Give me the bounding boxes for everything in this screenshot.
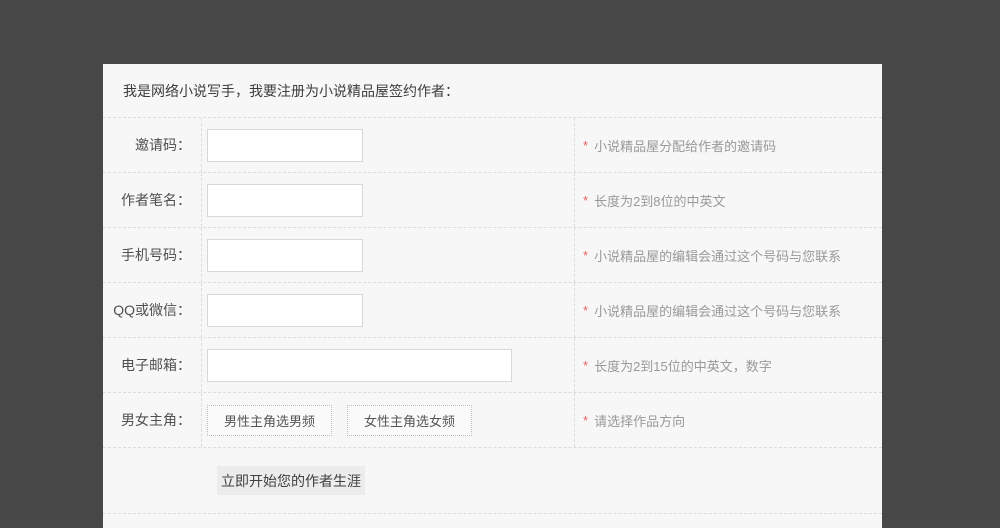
- form-row-email: 电子邮箱： * 长度为2到15位的中英文，数字: [103, 338, 882, 393]
- email-hint: 长度为2到15位的中英文，数字: [594, 358, 772, 374]
- phone-hint: 小说精品屋的编辑会通过这个号码与您联系: [594, 248, 842, 264]
- pen-name-hint: 长度为2到8位的中英文: [594, 193, 726, 209]
- invite-code-hint-cell: * 小说精品屋分配给作者的邀请码: [575, 118, 882, 172]
- form-intro: 我是网络小说写手，我要注册为小说精品屋签约作者：: [103, 64, 882, 118]
- required-asterisk: *: [583, 192, 589, 208]
- qq-wechat-label: QQ或微信：: [113, 302, 191, 318]
- channel-buttons-cell: 男性主角选男频 女性主角选女频: [201, 393, 575, 447]
- form-row-phone: 手机号码： * 小说精品屋的编辑会通过这个号码与您联系: [103, 228, 882, 283]
- required-asterisk: *: [583, 357, 589, 373]
- qq-wechat-hint-cell: * 小说精品屋的编辑会通过这个号码与您联系: [575, 283, 882, 337]
- phone-label: 手机号码：: [121, 247, 191, 263]
- email-label: 电子邮箱：: [121, 357, 191, 373]
- submit-button[interactable]: 立即开始您的作者生涯: [217, 466, 365, 495]
- phone-input-cell: [201, 228, 575, 282]
- required-asterisk: *: [583, 302, 589, 318]
- pen-name-input-cell: [201, 173, 575, 227]
- author-signup-panel: 我是网络小说写手，我要注册为小说精品屋签约作者： 邀请码： * 小说精品屋分配给…: [103, 64, 882, 528]
- required-asterisk: *: [583, 247, 589, 263]
- female-channel-button[interactable]: 女性主角选女频: [347, 404, 472, 436]
- panel-footer-strip: [103, 514, 882, 528]
- form-row-invite-code: 邀请码： * 小说精品屋分配给作者的邀请码: [103, 118, 882, 173]
- email-input[interactable]: [207, 348, 512, 382]
- email-input-cell: [201, 338, 575, 392]
- qq-wechat-input-cell: [201, 283, 575, 337]
- submit-row: 立即开始您的作者生涯: [103, 448, 882, 514]
- channel-label: 男女主角：: [121, 412, 191, 428]
- required-asterisk: *: [583, 137, 589, 153]
- invite-code-input[interactable]: [207, 128, 363, 162]
- email-hint-cell: * 长度为2到15位的中英文，数字: [575, 338, 882, 392]
- invite-code-hint: 小说精品屋分配给作者的邀请码: [594, 138, 777, 154]
- channel-hint: 请选择作品方向: [594, 413, 686, 429]
- phone-hint-cell: * 小说精品屋的编辑会通过这个号码与您联系: [575, 228, 882, 282]
- qq-wechat-hint: 小说精品屋的编辑会通过这个号码与您联系: [594, 303, 842, 319]
- form-row-channel: 男女主角： 男性主角选男频 女性主角选女频 * 请选择作品方向: [103, 393, 882, 448]
- form-row-qq-wechat: QQ或微信： * 小说精品屋的编辑会通过这个号码与您联系: [103, 283, 882, 338]
- invite-code-input-cell: [201, 118, 575, 172]
- pen-name-input[interactable]: [207, 183, 363, 217]
- form-intro-text: 我是网络小说写手，我要注册为小说精品屋签约作者：: [123, 82, 459, 99]
- invite-code-label: 邀请码：: [135, 137, 191, 153]
- qq-wechat-input[interactable]: [207, 293, 363, 327]
- male-channel-button[interactable]: 男性主角选男频: [207, 404, 332, 436]
- required-asterisk: *: [583, 412, 589, 428]
- channel-hint-cell: * 请选择作品方向: [575, 393, 882, 447]
- phone-input[interactable]: [207, 238, 363, 272]
- pen-name-label: 作者笔名：: [121, 192, 191, 208]
- pen-name-hint-cell: * 长度为2到8位的中英文: [575, 173, 882, 227]
- form-row-pen-name: 作者笔名： * 长度为2到8位的中英文: [103, 173, 882, 228]
